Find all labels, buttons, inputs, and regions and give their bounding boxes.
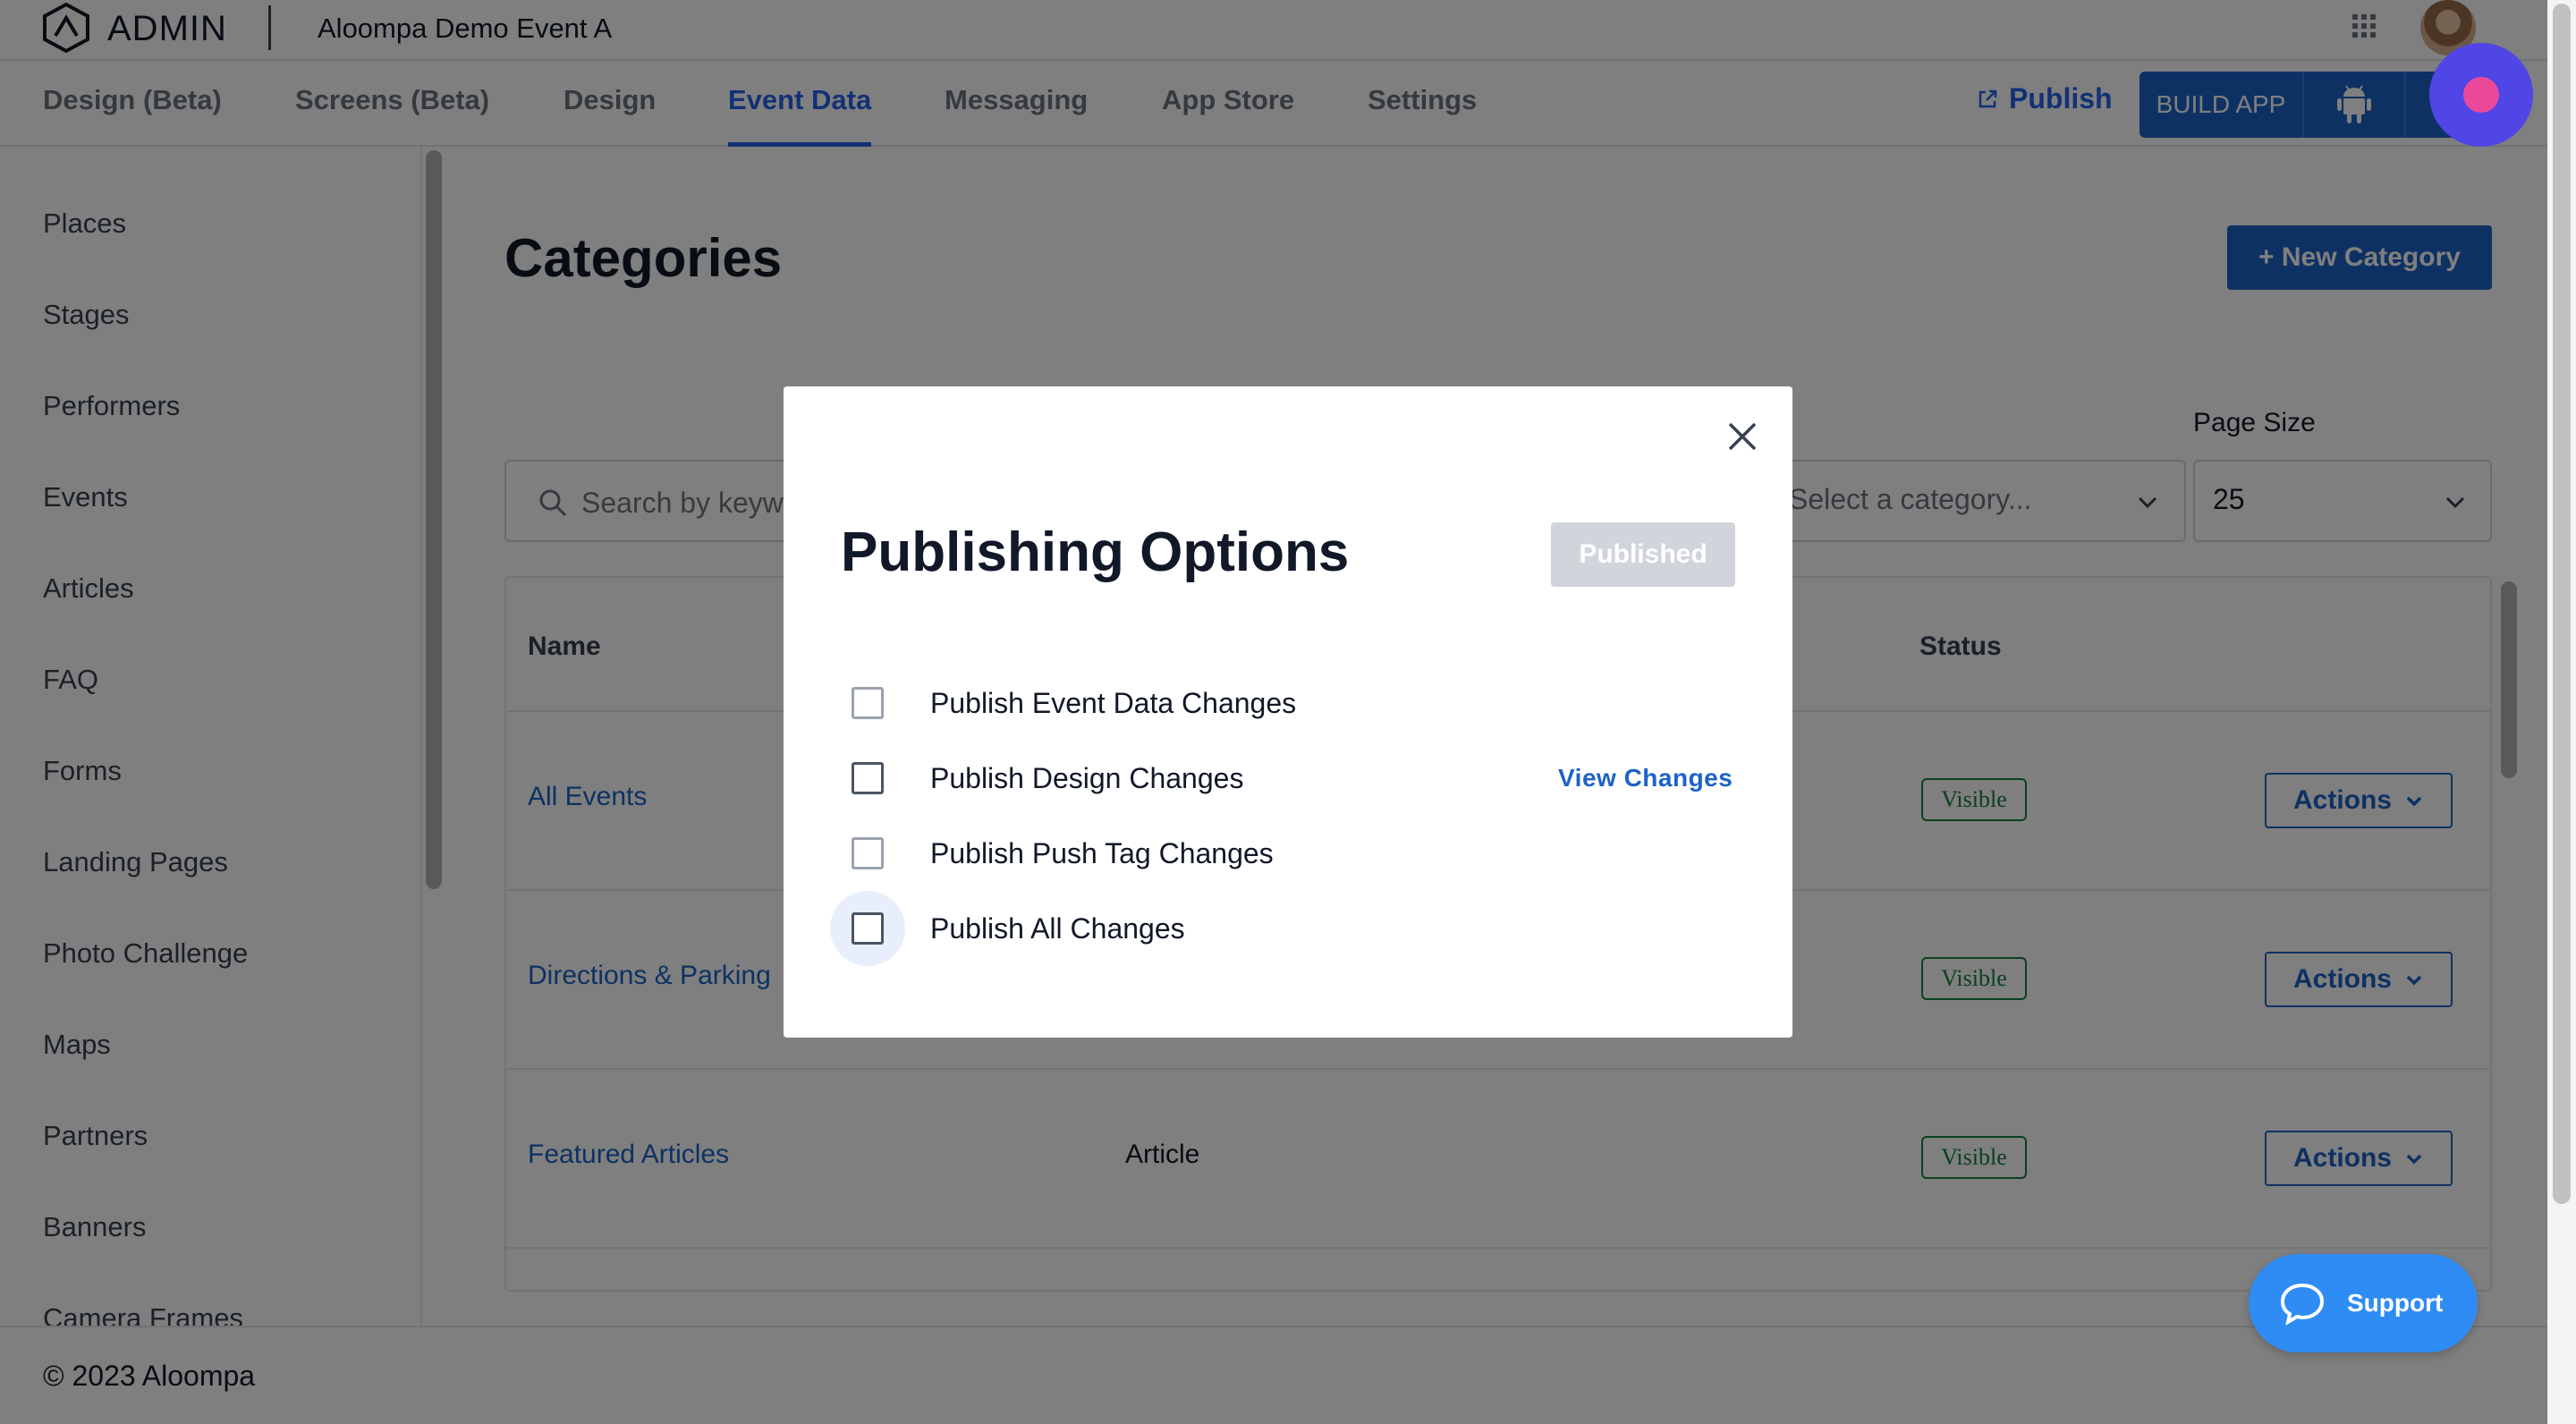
option-label: Publish Event Data Changes <box>930 686 1297 719</box>
option-label: Publish Push Tag Changes <box>930 836 1274 869</box>
option-publish-event-data[interactable]: Publish Event Data Changes <box>852 676 1296 730</box>
checkbox[interactable] <box>852 912 884 945</box>
record-dot-icon <box>2463 77 2499 113</box>
option-label: Publish Design Changes <box>930 761 1244 794</box>
published-button[interactable]: Published <box>1551 522 1735 587</box>
option-label: Publish All Changes <box>930 911 1185 945</box>
close-icon[interactable] <box>1723 417 1762 456</box>
page-scrollbar[interactable] <box>2553 4 2571 1204</box>
option-publish-design[interactable]: Publish Design Changes <box>852 751 1243 805</box>
view-changes-link[interactable]: View Changes <box>1558 764 1733 793</box>
option-publish-push-tag[interactable]: Publish Push Tag Changes <box>852 826 1274 880</box>
checkbox[interactable] <box>852 837 884 869</box>
support-button[interactable]: Support <box>2249 1254 2478 1352</box>
checkbox[interactable] <box>852 687 884 719</box>
option-publish-all[interactable]: Publish All Changes <box>830 891 1185 966</box>
support-label: Support <box>2347 1289 2444 1317</box>
checkbox[interactable] <box>852 762 884 794</box>
chat-bubble-icon <box>2280 1283 2325 1325</box>
publishing-options-modal: Publishing Options Published Publish Eve… <box>784 386 1792 1038</box>
record-button[interactable] <box>2429 43 2533 147</box>
modal-title: Publishing Options <box>841 521 1350 583</box>
